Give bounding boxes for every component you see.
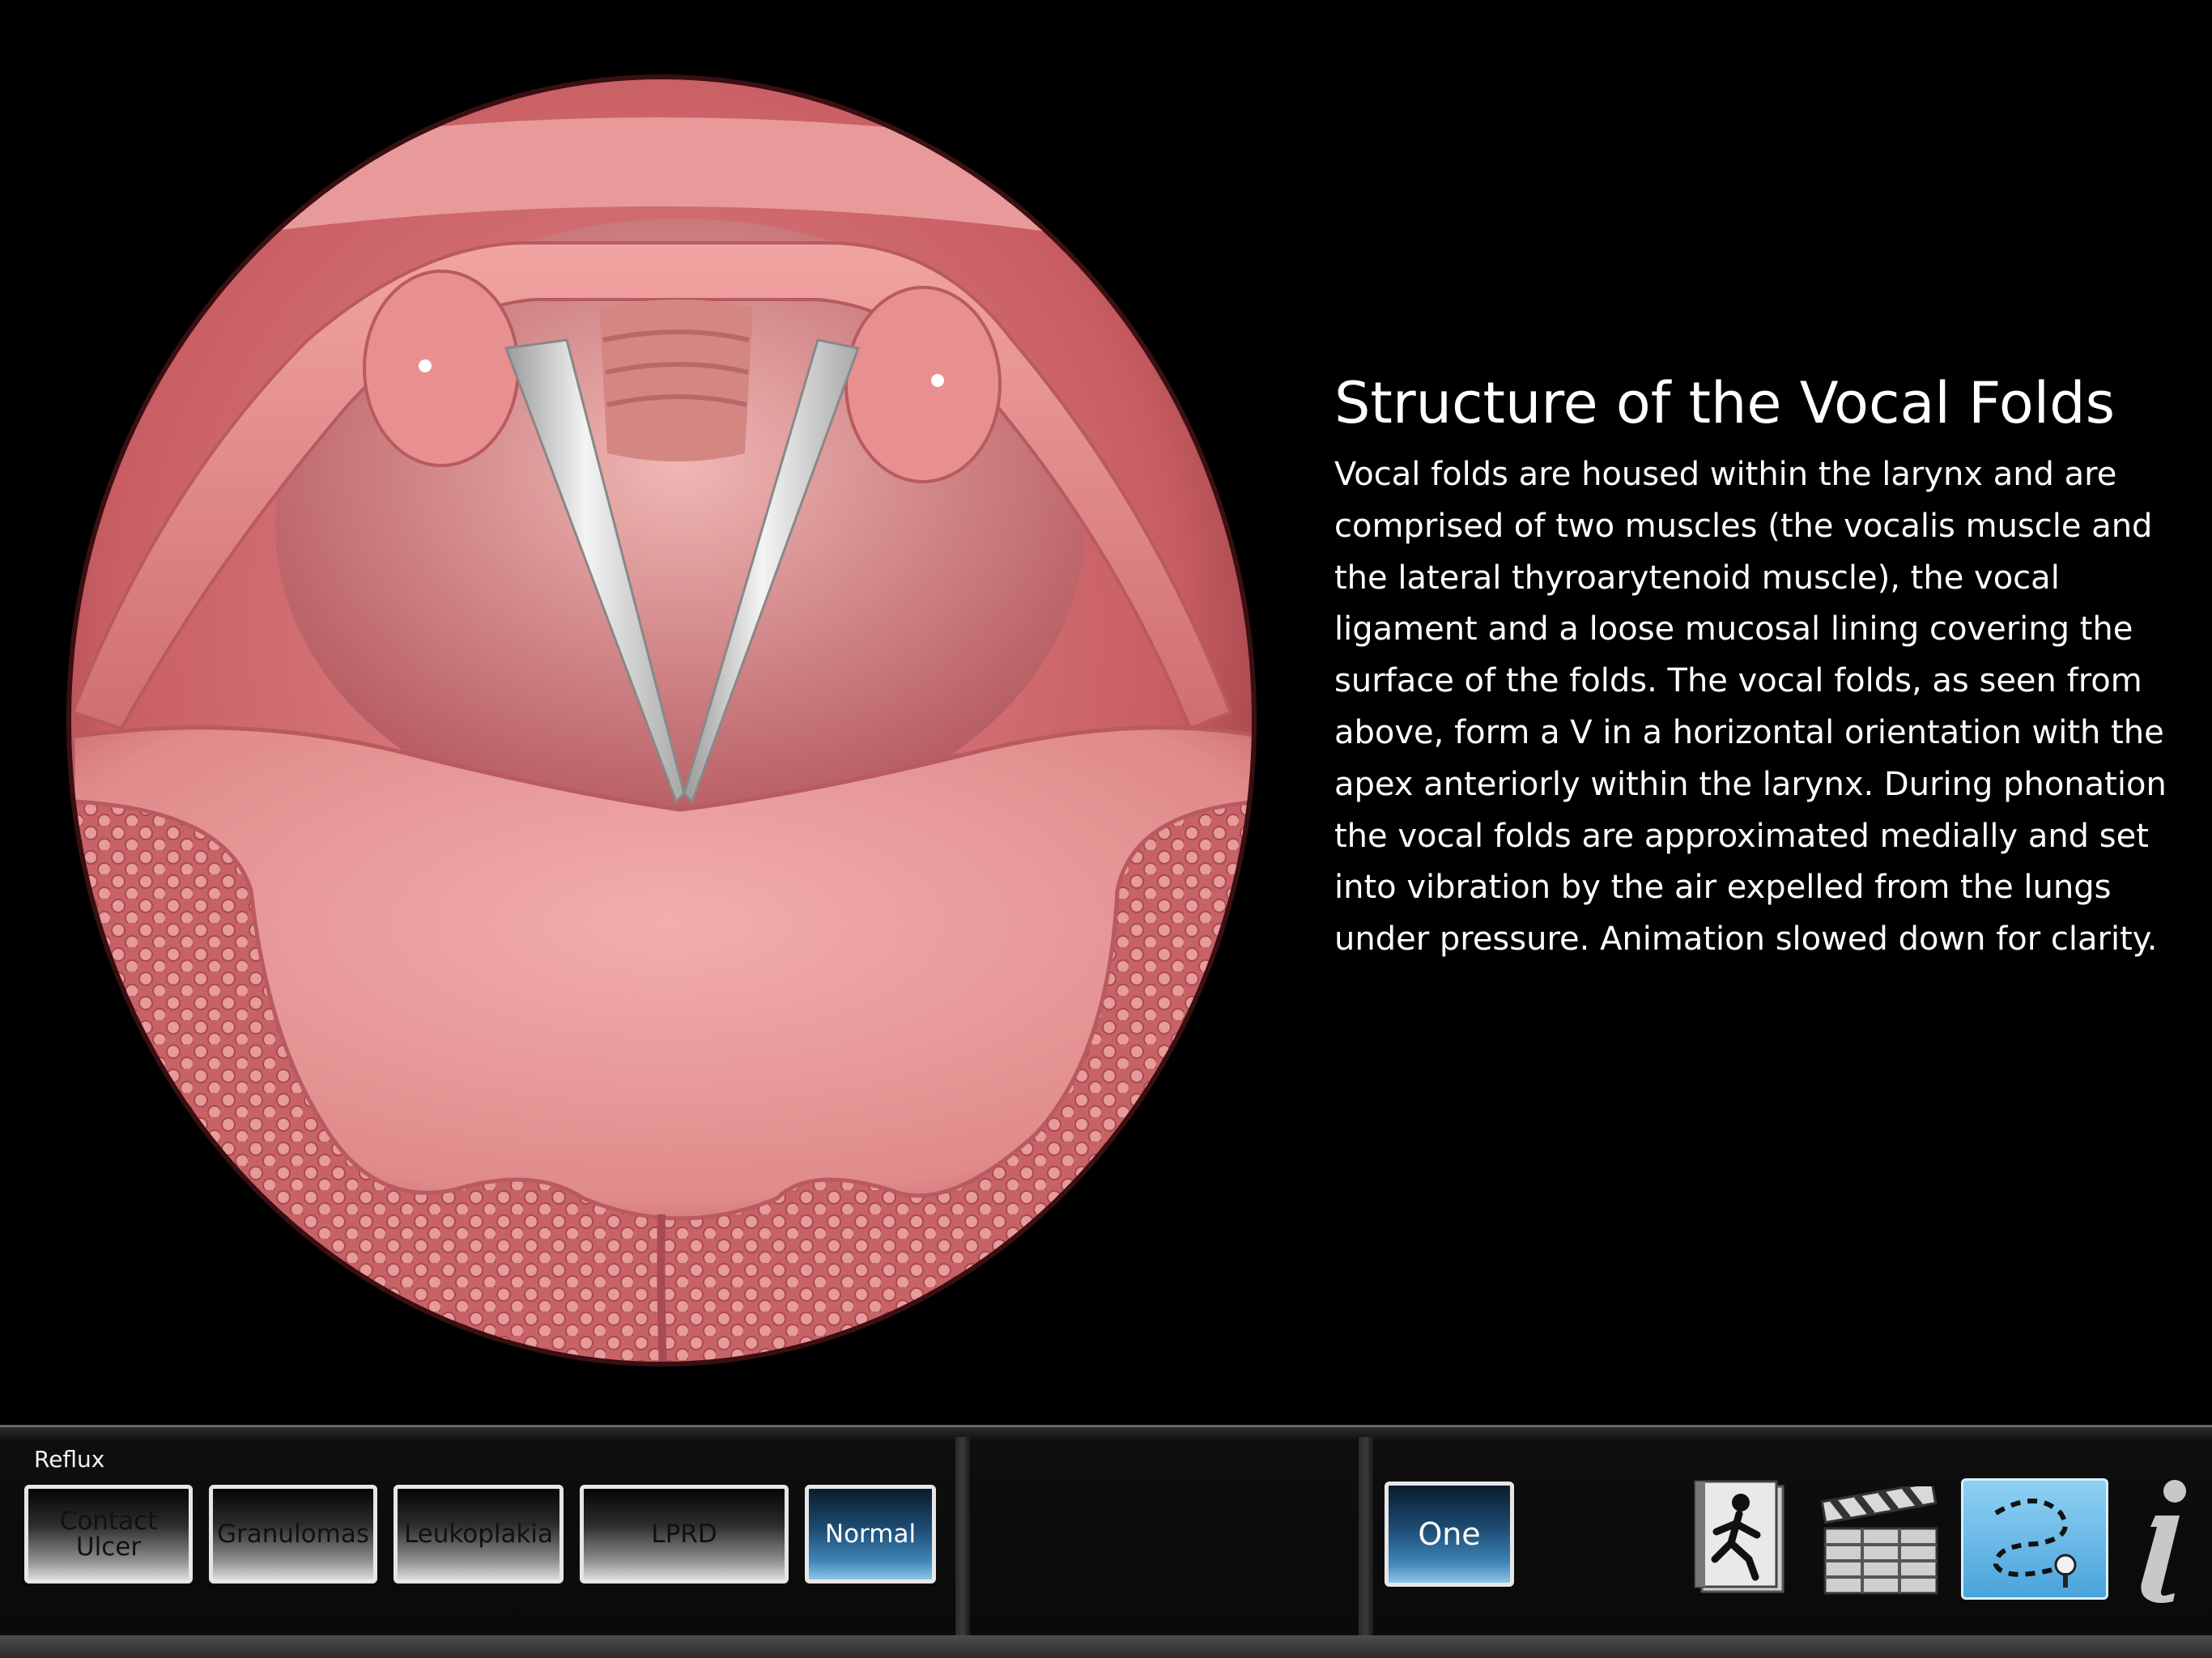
- draw-path-icon[interactable]: [1961, 1478, 2108, 1600]
- description-text: Vocal folds are housed within the larynx…: [1334, 449, 2168, 966]
- description-line: Vocal folds are housed within the larynx…: [1334, 456, 2117, 493]
- description-line: surface of the folds. The vocal folds, a…: [1334, 662, 2142, 700]
- description-line: ligament and a loose mucosal lining cove…: [1334, 610, 2133, 648]
- clapperboard-icon[interactable]: [1820, 1481, 1942, 1596]
- description-line: the lateral thyroarytenoid muscle), the …: [1334, 559, 2060, 597]
- description-line: under pressure. Animation slowed down fo…: [1334, 920, 2158, 959]
- granulomas-button[interactable]: Granulomas: [209, 1485, 377, 1584]
- page-title: Structure of the Vocal Folds: [1334, 370, 2116, 436]
- view-one-button[interactable]: One: [1385, 1482, 1514, 1587]
- description-line: the vocal folds are approximated mediall…: [1334, 817, 2149, 855]
- condition-group-label: Reflux: [34, 1446, 105, 1473]
- description-line: into vibration by the air expelled from …: [1334, 869, 2112, 907]
- toolbar-divider: [955, 1437, 970, 1643]
- description-line: apex anteriorly within the larynx. Durin…: [1334, 765, 2167, 803]
- toolbar-divider: [1359, 1437, 1373, 1643]
- animation-runner-icon[interactable]: [1691, 1478, 1793, 1600]
- normal-button[interactable]: Normal: [805, 1485, 936, 1584]
- description-panel: Structure of the Vocal Folds Vocal folds…: [1334, 368, 2168, 966]
- leukoplakia-button[interactable]: Leukoplakia: [393, 1485, 564, 1584]
- bottom-strip: [0, 1635, 2212, 1658]
- description-line: above, form a V in a horizontal orientat…: [1334, 713, 2164, 751]
- contact-ulcer-button[interactable]: Contact Ulcer: [24, 1485, 193, 1584]
- description-line: comprised of two muscles (the vocalis mu…: [1334, 507, 2153, 545]
- lprd-button[interactable]: LPRD: [580, 1485, 789, 1584]
- info-icon[interactable]: [2129, 1475, 2194, 1605]
- larynx-illustration: [66, 74, 1257, 1367]
